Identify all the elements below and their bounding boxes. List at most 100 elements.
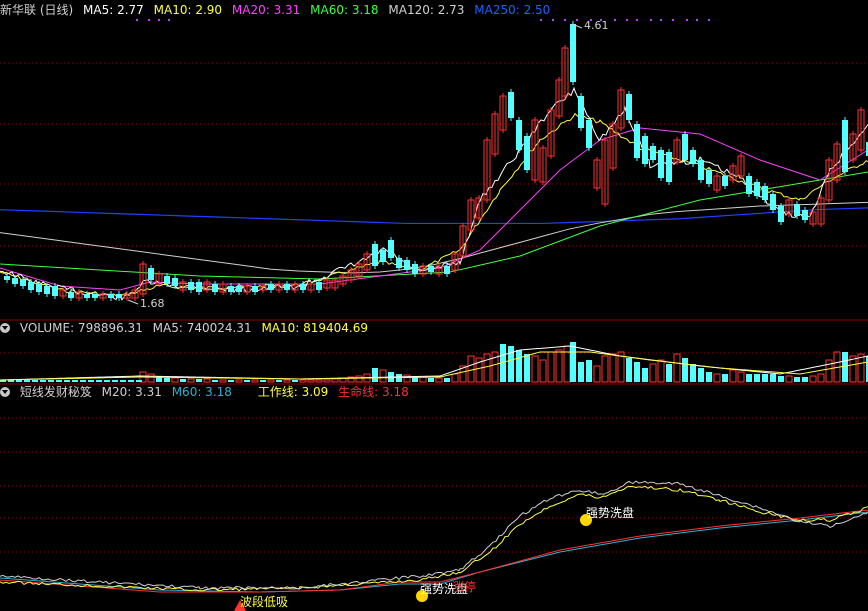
volume-bar-up xyxy=(483,353,491,383)
ma10-label: MA10: 2.90 xyxy=(153,3,223,17)
candle-down xyxy=(116,294,122,298)
volume-bar-down xyxy=(136,380,142,382)
candle-down xyxy=(108,294,114,298)
candle-down xyxy=(380,250,386,262)
volume-bar-up xyxy=(593,365,601,383)
signal-up-limit: 涨停 xyxy=(452,580,477,594)
volume-bar-down xyxy=(212,380,218,382)
volume-bar-down xyxy=(40,380,46,382)
candle-down xyxy=(722,176,728,186)
volume-bar-up xyxy=(451,373,459,383)
candle-down xyxy=(650,146,656,160)
candle-down xyxy=(84,294,90,298)
m20-label: M20: 3.31 xyxy=(101,385,162,399)
candle-down xyxy=(586,120,592,148)
volume-bar-up xyxy=(315,379,323,383)
volume-bar-down xyxy=(88,380,94,382)
volume-label: VOLUME: 798896.31 xyxy=(19,321,143,335)
volume-bar-down xyxy=(754,374,760,382)
candle-down xyxy=(148,268,154,280)
ma250-label: MA250: 2.50 xyxy=(474,3,551,17)
volume-bar-up xyxy=(251,379,259,383)
chart-window: 新华联 (日线) MA5: 2.77 MA10: 2.90 MA20: 3.31… xyxy=(0,0,868,611)
volume-bar-up xyxy=(355,375,363,383)
candle-down xyxy=(44,286,50,294)
signal-dot xyxy=(168,19,170,21)
candle-down xyxy=(172,278,178,286)
candle-down xyxy=(428,266,434,272)
signal-dot xyxy=(672,19,674,21)
volume-bar-up xyxy=(323,379,331,383)
volume-bar-down xyxy=(762,374,768,382)
signal-dot xyxy=(650,19,652,21)
ma250-line xyxy=(0,207,868,225)
volume-bar-down xyxy=(16,380,22,382)
volume-bar-down xyxy=(72,380,78,382)
volume-bar-down xyxy=(778,376,784,382)
volume-bar-down xyxy=(112,380,118,382)
volume-bar-up xyxy=(601,355,609,383)
indicator-panel-header: 短线发财秘笈 M20: 3.31 M60: 3.18 工作线: 3.09 生命线… xyxy=(0,383,415,401)
volume-bar-up xyxy=(531,355,539,383)
volume-bar-down xyxy=(524,354,530,382)
volume-bar-up xyxy=(609,353,617,383)
candle-down xyxy=(578,96,584,128)
volume-bar-up xyxy=(203,378,211,383)
volume-bar-down xyxy=(260,380,266,382)
volume-bar-up xyxy=(147,373,155,383)
volume-bar-down xyxy=(164,378,170,382)
candle-down xyxy=(396,258,402,268)
volume-bar-up xyxy=(435,377,443,383)
signal-dot xyxy=(136,19,138,21)
volume-bar-up xyxy=(283,379,291,383)
candle-down xyxy=(284,284,290,290)
ma60-label: MA60: 3.18 xyxy=(310,3,379,17)
volume-bar-down xyxy=(372,368,378,382)
candle-down xyxy=(778,206,784,222)
volume-bar-up xyxy=(817,373,825,383)
volume-bar-down xyxy=(578,362,584,382)
indicator-dropdown-icon[interactable] xyxy=(0,387,10,397)
high-price-label: 4.61 xyxy=(584,19,609,32)
candle-down xyxy=(682,134,688,160)
candle-down xyxy=(52,286,58,296)
signal-strong-wash-upper: 强势洗盘 xyxy=(586,506,635,520)
volume-ma5-label: MA5: 740024.31 xyxy=(152,321,252,335)
life-line-label: 生命线: 3.18 xyxy=(338,385,409,399)
volume-bar-down xyxy=(180,379,186,382)
volume-dropdown-icon[interactable] xyxy=(0,323,10,333)
volume-bar-up xyxy=(657,359,665,383)
volume-panel-header: VOLUME: 798896.31 MA5: 740024.31 MA10: 8… xyxy=(0,319,374,337)
volume-bar-up xyxy=(547,351,555,383)
signal-dot xyxy=(614,19,616,21)
candle-down xyxy=(164,276,170,284)
candle-down xyxy=(196,282,202,292)
candle-down xyxy=(770,194,776,210)
volume-bar-down xyxy=(96,380,102,382)
volume-bar-down xyxy=(64,380,70,382)
candle-down xyxy=(762,186,768,200)
candle-down xyxy=(412,264,418,274)
candle-down xyxy=(658,150,664,178)
signal-dot xyxy=(696,19,698,21)
volume-bar-down xyxy=(794,377,800,382)
volume-bar-down xyxy=(292,380,298,382)
ma20-line xyxy=(0,127,868,291)
signal-low-buy: 波段低吸 xyxy=(240,595,289,609)
volume-bar-up xyxy=(555,349,563,383)
signal-dot xyxy=(540,19,542,21)
signal-dot xyxy=(660,19,662,21)
candle-down xyxy=(68,292,74,298)
candle-down xyxy=(634,124,640,158)
candle-down xyxy=(4,276,10,280)
candle-down xyxy=(212,284,218,292)
volume-bar-up xyxy=(729,369,737,383)
candle-down xyxy=(12,278,18,284)
signal-dot xyxy=(636,19,638,21)
candle-down xyxy=(20,280,26,286)
volume-bar-up xyxy=(403,374,411,383)
volume-bar-down xyxy=(104,380,110,382)
candle-down xyxy=(642,136,648,164)
volume-bar-down xyxy=(444,378,450,382)
candle-down xyxy=(388,240,394,258)
